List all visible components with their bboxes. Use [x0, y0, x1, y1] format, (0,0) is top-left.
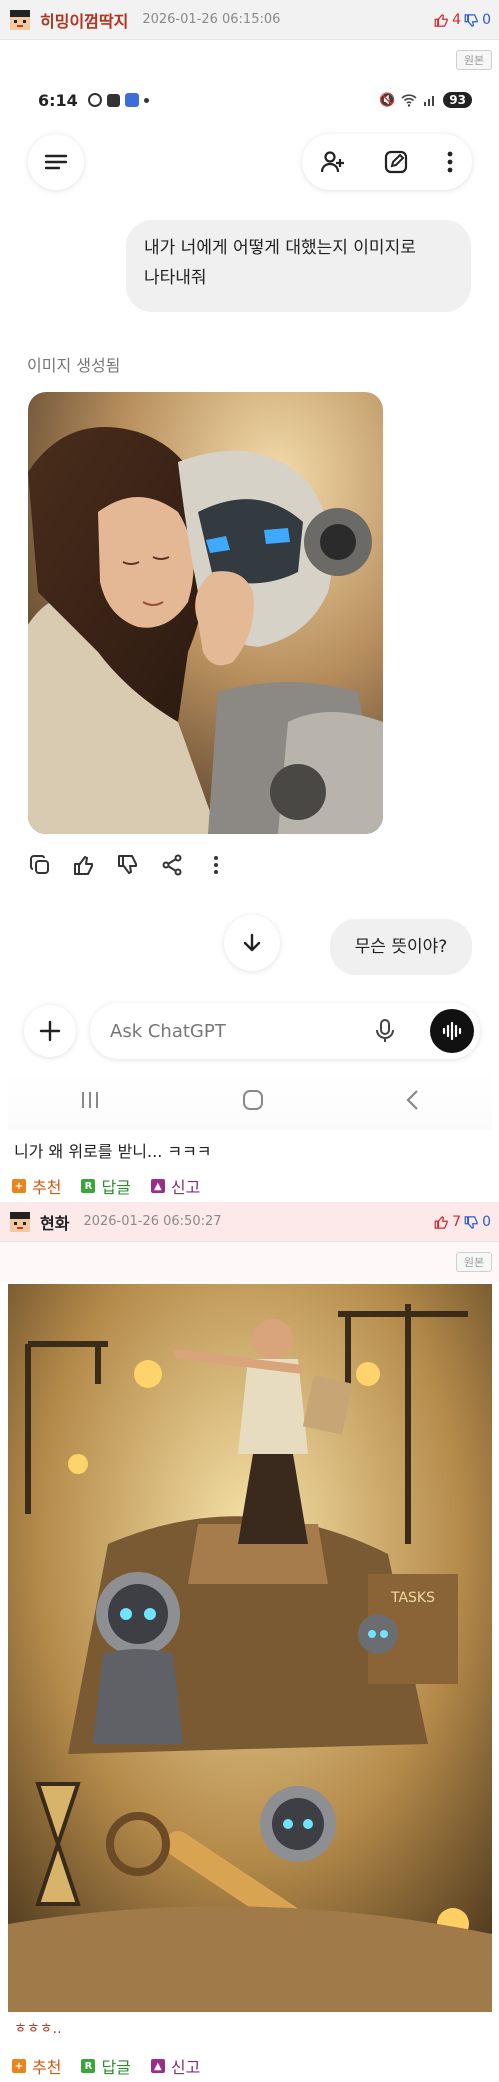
recommend-label: 추천 [32, 2058, 62, 2077]
clock: 6:14 [38, 90, 78, 110]
report-button[interactable]: ▲ 신고 [150, 2054, 201, 2078]
thumbs-up-icon[interactable] [434, 1215, 449, 1230]
thumbs-down-icon[interactable] [464, 13, 479, 28]
battery-level: 93 [443, 92, 472, 108]
comment-actions-2: + 추천 R 답글 ▲ 신고 [12, 2054, 200, 2078]
mic-icon[interactable] [374, 1018, 396, 1044]
report-icon: ▲ [150, 2059, 165, 2073]
reply-question-bubble[interactable]: 무슨 뜻이야? [330, 919, 472, 975]
comment-body-bg-2 [0, 1242, 499, 1282]
report-label: 신고 [170, 2058, 201, 2077]
generated-image[interactable] [28, 392, 383, 834]
reply-label: 답글 [101, 2058, 131, 2077]
thumbs-down-icon[interactable] [464, 1215, 479, 1230]
chat-input[interactable]: Ask ChatGPT [90, 1003, 480, 1059]
voice-wave-icon [442, 1022, 462, 1040]
author-name[interactable]: 현화 [40, 1210, 69, 1234]
edit-icon[interactable] [383, 149, 409, 175]
recent-apps-icon[interactable] [79, 1090, 101, 1110]
report-icon: ▲ [150, 1179, 165, 1193]
message-actions [28, 853, 228, 877]
arrow-down-icon [243, 933, 261, 952]
more-icon[interactable] [204, 853, 228, 877]
share-icon[interactable] [160, 853, 184, 877]
report-label: 신고 [170, 1178, 201, 1197]
image-generated-label: 이미지 생성됨 [27, 356, 121, 375]
plus-icon [39, 1020, 61, 1042]
upvote-count: 7 [452, 1214, 462, 1230]
recommend-button[interactable]: + 추천 [12, 1174, 61, 1198]
home-icon[interactable] [242, 1089, 264, 1111]
original-badge[interactable]: 원본 [456, 1252, 492, 1272]
downvote-count: 0 [482, 1214, 491, 1230]
wifi-icon [401, 94, 417, 107]
attached-image[interactable]: TASKS [8, 1284, 492, 2012]
report-button[interactable]: ▲ 신고 [150, 1174, 201, 1198]
copy-icon[interactable] [28, 853, 52, 877]
author-name[interactable]: 히밍이껌딱지 [40, 8, 128, 32]
attach-button[interactable] [24, 1005, 76, 1057]
user-message-bubble[interactable]: 내가 너에게 어떻게 대했는지 이미지로 나타내줘 [126, 220, 471, 312]
more-vertical-icon[interactable] [446, 150, 454, 174]
user-message-line-1: 내가 너에게 어떻게 대했는지 이미지로 [144, 238, 416, 258]
avatar[interactable] [8, 8, 32, 32]
timestamp: 2026-01-26 06:50:27 [83, 1214, 222, 1229]
thumbs-up-icon[interactable] [434, 13, 449, 28]
chat-input-placeholder: Ask ChatGPT [110, 1020, 226, 1042]
app-status-icon [106, 93, 120, 107]
reply-button[interactable]: R 답글 [81, 2054, 131, 2078]
top-actions [302, 134, 472, 190]
comment-header-1: 히밍이껌딱지 2026-01-26 06:15:06 4 0 [0, 0, 499, 40]
like-icon[interactable] [72, 853, 96, 877]
add-person-icon[interactable] [320, 149, 346, 175]
signal-icon [424, 96, 435, 106]
dislike-icon[interactable] [116, 853, 140, 877]
reply-label: 답글 [101, 1178, 131, 1197]
android-navbar [8, 1070, 492, 1130]
comment-header-2: 현화 2026-01-26 06:50:27 7 0 [0, 1202, 499, 1242]
comment-text-2: ㅎㅎㅎ.. [14, 2021, 62, 2037]
openai-status-icon [87, 93, 102, 107]
menu-button[interactable] [28, 134, 84, 190]
vote-counts: 7 0 [434, 1202, 491, 1242]
avatar[interactable] [8, 1210, 32, 1234]
voice-mode-button[interactable] [430, 1009, 474, 1053]
messenger-status-icon [124, 93, 139, 107]
scroll-down-button[interactable] [224, 915, 280, 971]
upvote-count: 4 [452, 12, 462, 28]
back-icon[interactable] [405, 1089, 421, 1111]
chat-screenshot: 6:14 🔇 93 내가 너에게 어떻게 대했는지 이미지로 나타내줘 이미지 … [8, 77, 492, 1069]
tasks-sign-text: TASKS [390, 1590, 435, 1606]
mute-icon: 🔇 [379, 92, 396, 108]
original-badge[interactable]: 원본 [456, 50, 492, 70]
reply-button[interactable]: R 답글 [81, 1174, 131, 1198]
recommend-button[interactable]: + 추천 [12, 2054, 61, 2078]
downvote-count: 0 [482, 12, 491, 28]
status-bar: 6:14 🔇 93 [38, 89, 472, 111]
timestamp: 2026-01-26 06:15:06 [142, 12, 281, 27]
reply-question-text: 무슨 뜻이야? [354, 937, 448, 957]
comment-text-1: 니가 왜 위로를 받니... ㅋㅋㅋ [14, 1142, 212, 1161]
vote-counts: 4 0 [434, 0, 491, 40]
dot-icon [143, 97, 149, 103]
menu-icon [44, 154, 68, 170]
user-message-line-2: 나타내줘 [144, 268, 207, 288]
comment-actions-1: + 추천 R 답글 ▲ 신고 [12, 1174, 200, 1198]
recommend-label: 추천 [32, 1178, 62, 1197]
